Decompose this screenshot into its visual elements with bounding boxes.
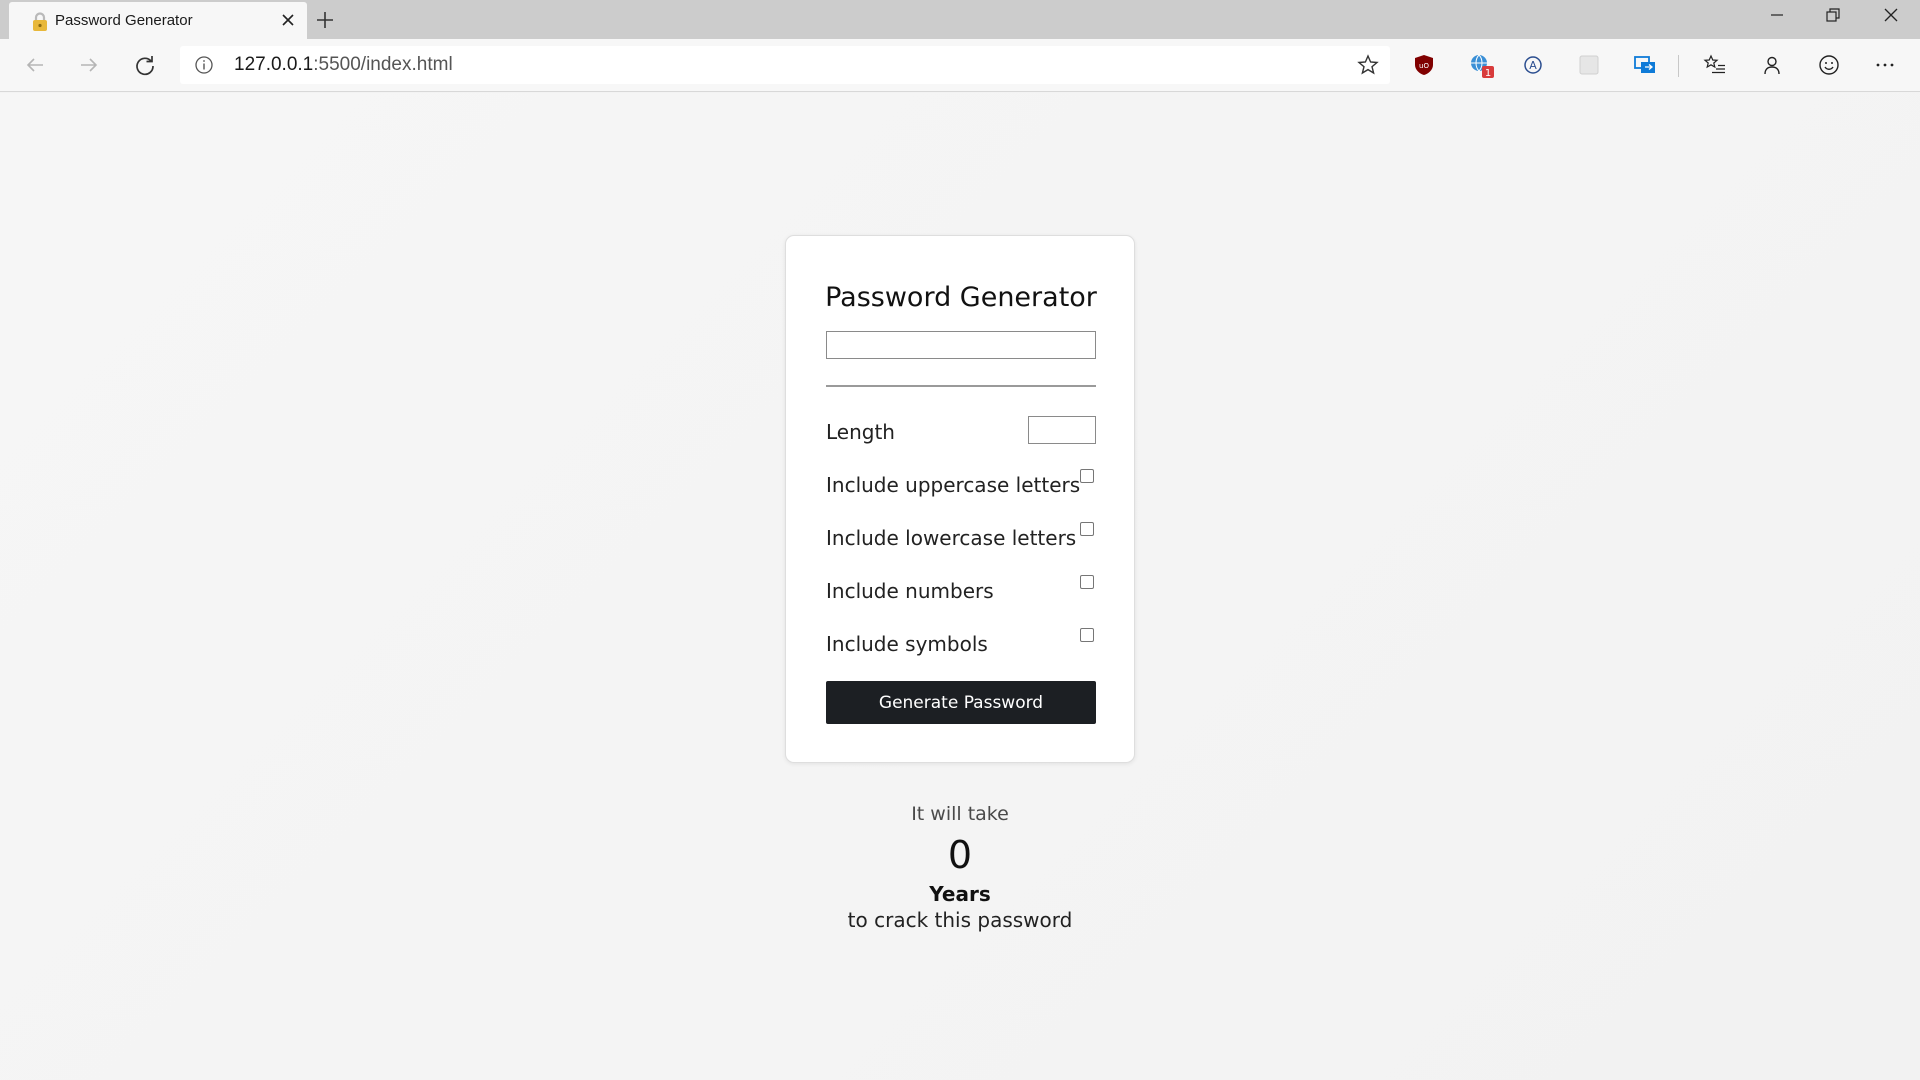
length-input[interactable] bbox=[1028, 416, 1096, 444]
favorite-star-icon[interactable] bbox=[1356, 53, 1380, 77]
close-window-button[interactable] bbox=[1862, 0, 1920, 30]
lock-icon bbox=[33, 12, 47, 31]
option-lowercase-row: Include lowercase letters bbox=[826, 522, 1096, 556]
person-icon bbox=[1764, 56, 1780, 75]
back-arrow-icon bbox=[26, 58, 43, 72]
restore-icon bbox=[1826, 8, 1840, 22]
a-circle-icon: A bbox=[1524, 56, 1542, 74]
browser-toolbar: 127.0.0.1:5500/index.html uO 1 A bbox=[0, 39, 1920, 92]
length-row: Length bbox=[826, 416, 1096, 450]
read-aloud-extension-button[interactable]: A bbox=[1518, 50, 1548, 80]
symbols-checkbox[interactable] bbox=[1080, 628, 1094, 642]
divider bbox=[826, 385, 1096, 387]
favorites-button[interactable] bbox=[1700, 50, 1730, 80]
option-symbols-row: Include symbols bbox=[826, 628, 1096, 662]
forward-arrow-icon bbox=[81, 58, 98, 72]
url-path: :5500/index.html bbox=[313, 54, 453, 75]
close-tab-icon[interactable] bbox=[277, 9, 299, 31]
generator-card: Password Generator Length Include upperc… bbox=[785, 235, 1135, 763]
close-icon bbox=[1884, 8, 1898, 22]
uppercase-checkbox[interactable] bbox=[1080, 469, 1094, 483]
back-button[interactable] bbox=[20, 50, 50, 80]
tab-strip: Password Generator bbox=[0, 0, 1920, 39]
page-title: Password Generator bbox=[825, 282, 1097, 313]
cast-extension-button[interactable] bbox=[1630, 50, 1660, 80]
minimize-button[interactable] bbox=[1748, 0, 1806, 30]
extension-placeholder-button[interactable] bbox=[1574, 50, 1604, 80]
crack-time-unit: Years bbox=[929, 882, 991, 906]
url-host: 127.0.0.1 bbox=[234, 54, 314, 75]
svg-text:1: 1 bbox=[1485, 68, 1491, 79]
translate-extension-button[interactable]: 1 bbox=[1466, 50, 1496, 80]
favorites-list-icon bbox=[1703, 54, 1725, 74]
minimize-icon bbox=[1771, 14, 1783, 16]
shield-icon: uO bbox=[1415, 55, 1433, 75]
symbols-label: Include symbols bbox=[826, 632, 988, 656]
ublock-extension-button[interactable]: uO bbox=[1409, 50, 1439, 80]
crack-time-value: 0 bbox=[947, 833, 973, 877]
blank-extension-icon bbox=[1579, 55, 1599, 75]
smiley-icon bbox=[1819, 55, 1839, 75]
restore-button[interactable] bbox=[1804, 0, 1862, 30]
refresh-icon bbox=[136, 56, 154, 76]
url-text[interactable]: 127.0.0.1:5500/index.html bbox=[234, 54, 453, 76]
settings-menu-button[interactable] bbox=[1870, 50, 1900, 80]
lowercase-label: Include lowercase letters bbox=[826, 526, 1077, 550]
lowercase-checkbox[interactable] bbox=[1080, 522, 1094, 536]
password-output-field[interactable] bbox=[826, 331, 1096, 359]
globe-icon: 1 bbox=[1471, 54, 1494, 79]
profile-button[interactable] bbox=[1757, 50, 1787, 80]
length-label: Length bbox=[826, 420, 895, 444]
more-dots-icon bbox=[1876, 63, 1894, 67]
info-icon[interactable] bbox=[194, 55, 214, 75]
svg-text:A: A bbox=[1529, 59, 1537, 72]
screen-share-icon bbox=[1634, 56, 1655, 73]
crack-time-suffix: to crack this password bbox=[847, 908, 1073, 932]
option-numbers-row: Include numbers bbox=[826, 575, 1096, 609]
address-bar[interactable]: 127.0.0.1:5500/index.html bbox=[180, 46, 1390, 84]
refresh-button[interactable] bbox=[130, 50, 160, 80]
crack-time-prefix: It will take bbox=[911, 803, 1009, 825]
generate-password-button[interactable]: Generate Password bbox=[826, 681, 1096, 724]
browser-tab[interactable]: Password Generator bbox=[9, 2, 307, 39]
forward-button[interactable] bbox=[74, 50, 104, 80]
feedback-button[interactable] bbox=[1814, 50, 1844, 80]
toolbar-separator bbox=[1678, 55, 1679, 77]
svg-text:uO: uO bbox=[1419, 62, 1429, 70]
page-content: Password Generator Length Include upperc… bbox=[0, 93, 1920, 1080]
option-uppercase-row: Include uppercase letters bbox=[826, 469, 1096, 503]
uppercase-label: Include uppercase letters bbox=[826, 473, 1081, 497]
new-tab-icon[interactable] bbox=[312, 7, 338, 33]
numbers-label: Include numbers bbox=[826, 579, 994, 603]
tab-title: Password Generator bbox=[55, 12, 193, 29]
numbers-checkbox[interactable] bbox=[1080, 575, 1094, 589]
